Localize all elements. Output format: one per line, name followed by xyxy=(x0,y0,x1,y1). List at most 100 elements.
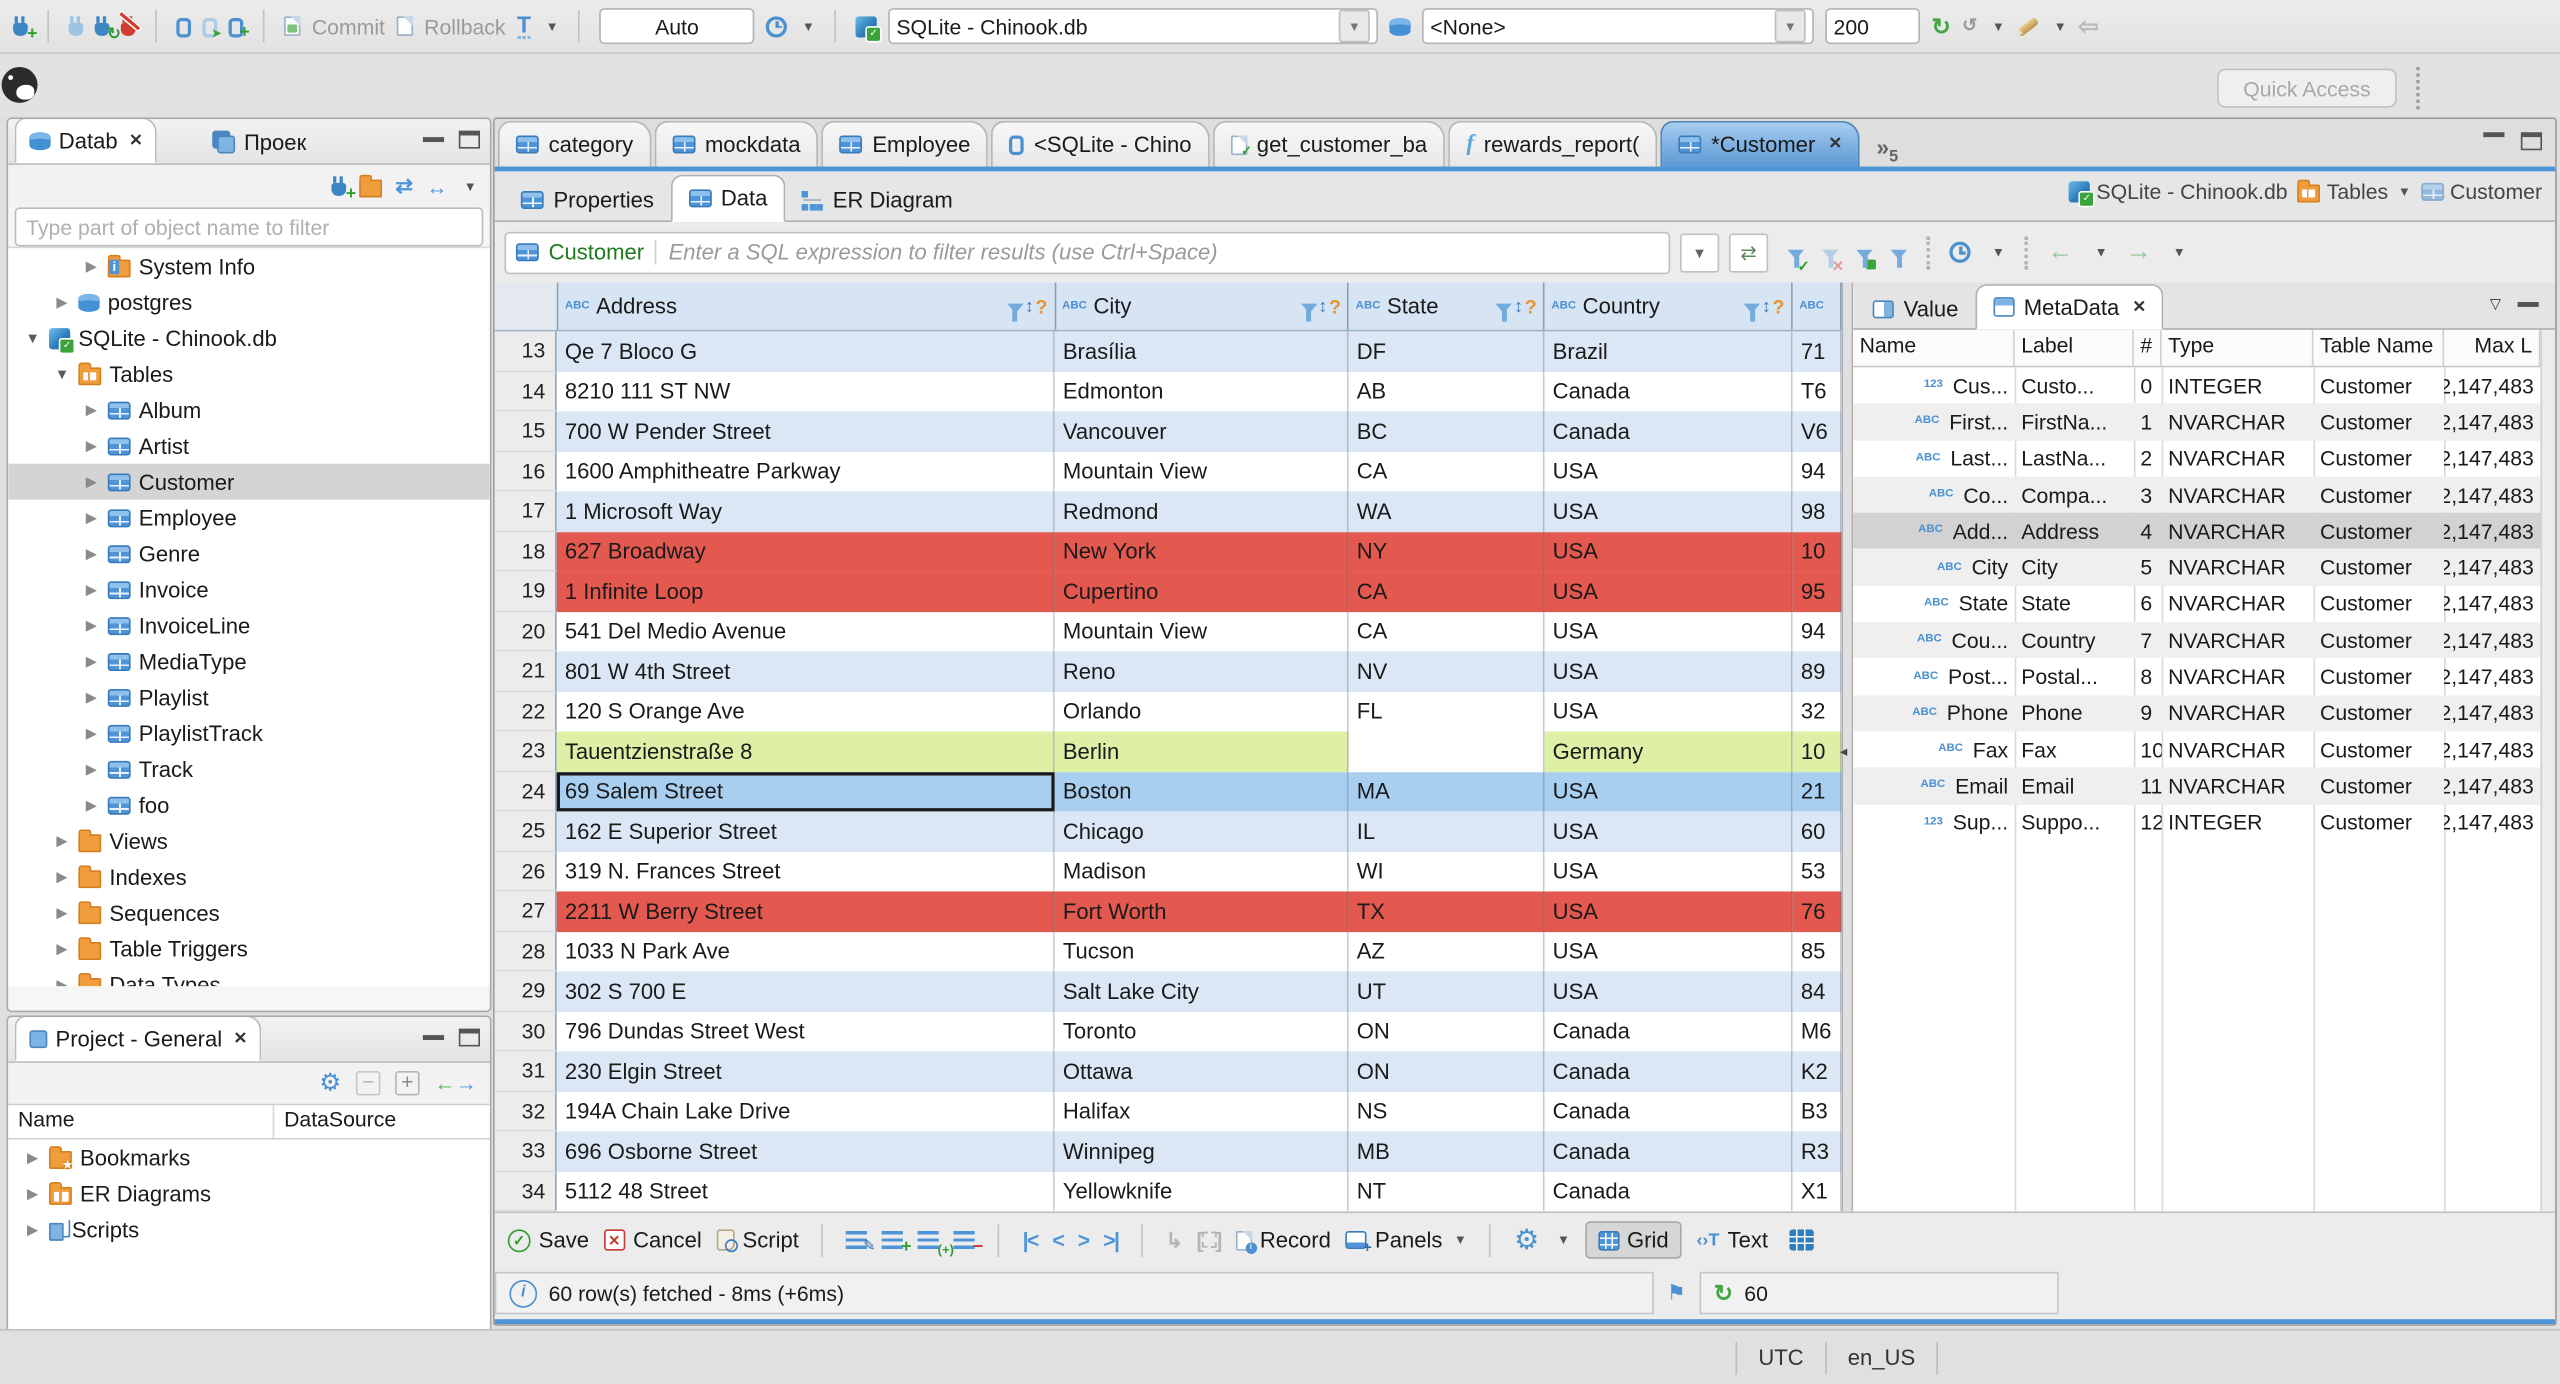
expand-icon[interactable]: ▶ xyxy=(24,1149,40,1167)
row-number[interactable]: 16 xyxy=(494,451,557,492)
cell-country[interactable]: USA xyxy=(1544,491,1793,532)
tab-projects[interactable]: Проек xyxy=(200,121,319,163)
view-menu-icon[interactable]: ▼ xyxy=(464,179,477,194)
new-connection-icon[interactable] xyxy=(13,16,38,44)
metadata-row-email[interactable]: ABC Email Email 11 NVARCHAR Customer 2,147,483 xyxy=(1853,767,2541,805)
cell-address[interactable]: 627 Broadway xyxy=(556,531,1055,572)
cell-postal[interactable]: M6 xyxy=(1792,1011,1842,1052)
cell-country[interactable]: USA xyxy=(1544,891,1793,932)
expand-icon[interactable]: ▶ xyxy=(83,724,99,742)
fetch-next-icon[interactable]: → xyxy=(2125,238,2151,264)
cell-address[interactable]: 796 Dundas Street West xyxy=(556,1011,1055,1052)
record-mode-button[interactable]: Record xyxy=(1235,1228,1331,1254)
cell-state[interactable]: MA xyxy=(1348,771,1545,812)
cell-city[interactable]: Berlin xyxy=(1054,731,1349,772)
link-selection-icon[interactable]: ←→ xyxy=(434,1071,476,1095)
cell-country[interactable]: USA xyxy=(1544,971,1793,1012)
expand-icon[interactable]: ▶ xyxy=(83,473,99,491)
link-editor-icon[interactable]: ↔ xyxy=(426,174,447,198)
cell-address[interactable]: 700 W Pender Street xyxy=(556,411,1055,452)
tree-item-data-types[interactable]: ▶ Data Types xyxy=(8,967,490,987)
cell-city[interactable]: Redmond xyxy=(1054,491,1349,532)
meta-column-header-item[interactable]: # xyxy=(2134,329,2162,366)
row-number[interactable]: 14 xyxy=(494,371,557,412)
row-number[interactable]: 24 xyxy=(494,771,557,812)
cell-address[interactable]: 801 W 4th Street xyxy=(556,651,1055,692)
expand-icon[interactable]: ▶ xyxy=(83,688,99,706)
tree-item-album[interactable]: ▶ Album xyxy=(8,392,490,428)
cell-postal[interactable]: 89 xyxy=(1792,651,1842,692)
metadata-scrollbar[interactable] xyxy=(2540,329,2556,1212)
minimize-icon[interactable] xyxy=(2483,132,2505,138)
tree-item-invoiceline[interactable]: ▶ InvoiceLine xyxy=(8,607,490,643)
settings-gear-icon[interactable]: ⚙ xyxy=(319,1071,341,1095)
metadata-row-custo[interactable]: 123 Cus... Custo... 0 INTEGER Customer 2,147,4… xyxy=(1853,367,2540,403)
connect-icon[interactable] xyxy=(68,16,84,36)
column-header-datasource[interactable]: DataSource xyxy=(272,1105,406,1138)
cancel-button[interactable]: ✕ Cancel xyxy=(603,1228,702,1252)
commit-button[interactable]: Commit xyxy=(312,14,385,38)
expand-all-icon[interactable]: + xyxy=(395,1071,420,1096)
metadata-row-postal[interactable]: ABC Post... Postal... 8 NVARCHAR Customer 2,14… xyxy=(1853,659,2540,695)
transaction-dropdown-icon[interactable]: ▼ xyxy=(546,19,559,34)
commit-mode-combo[interactable]: Auto xyxy=(599,8,755,45)
metadata-row-address[interactable]: ABC Add... Address 4 NVARCHAR Customer 2,147,4… xyxy=(1853,512,2541,550)
row-number[interactable]: 28 xyxy=(494,931,557,972)
format-icon[interactable] xyxy=(2016,15,2040,37)
tree-item-table-triggers[interactable]: ▶ Table Triggers xyxy=(8,931,490,967)
column-header-name[interactable]: Name xyxy=(8,1105,272,1138)
sort-icon[interactable]: ↕ xyxy=(1025,296,1034,316)
expand-icon[interactable]: ▶ xyxy=(83,760,99,778)
column-header-postal[interactable]: ABC xyxy=(1793,282,1842,330)
filter-help-icon[interactable]: ? xyxy=(1035,295,1047,318)
column-header-country[interactable]: ABC Country ↕? xyxy=(1545,282,1793,330)
cell-state[interactable] xyxy=(1348,731,1545,772)
refresh-dropdown-icon[interactable]: ▼ xyxy=(1992,19,2005,34)
sql-console-icon[interactable] xyxy=(202,17,222,40)
next-record-icon[interactable]: > xyxy=(1078,1228,1090,1252)
tab-project-general[interactable]: Project - General ✕ xyxy=(14,1017,262,1062)
close-icon[interactable]: ✕ xyxy=(129,131,143,149)
previous-record-icon[interactable]: < xyxy=(1052,1228,1064,1252)
cell-country[interactable]: USA xyxy=(1544,851,1793,892)
breadcrumb-dropdown-icon[interactable]: ▼ xyxy=(2398,184,2411,199)
cell-postal[interactable]: 60 xyxy=(1792,811,1842,852)
cell-address[interactable]: 302 S 700 E xyxy=(556,971,1055,1012)
project-item-bookmarks[interactable]: ▶ Bookmarks xyxy=(8,1140,490,1176)
row-number[interactable]: 32 xyxy=(494,1091,557,1132)
schema-combo-dropdown-icon[interactable]: ▼ xyxy=(1774,9,1806,43)
tab-value[interactable]: Value xyxy=(1856,287,1974,329)
row-number[interactable]: 34 xyxy=(494,1171,557,1212)
cell-city[interactable]: Salt Lake City xyxy=(1054,971,1349,1012)
cell-state[interactable]: ON xyxy=(1348,1011,1545,1052)
metadata-row-country[interactable]: ABC Cou... Country 7 NVARCHAR Customer 2,147,4… xyxy=(1853,622,2541,659)
tab-er-diagram[interactable]: ER Diagram xyxy=(785,178,969,222)
cell-country[interactable]: USA xyxy=(1544,771,1793,812)
breadcrumb-customer[interactable]: Customer xyxy=(2420,180,2542,204)
tree-item-sqlite-chinook-db[interactable]: ▼ SQLite - Chinook.db xyxy=(8,320,490,356)
cell-state[interactable]: NS xyxy=(1348,1091,1545,1132)
tree-item-customer[interactable]: ▶ Customer xyxy=(8,463,490,500)
new-folder-icon[interactable] xyxy=(359,173,383,197)
transaction-mode-icon[interactable]: T xyxy=(516,12,531,39)
sort-icon[interactable]: ↕ xyxy=(1514,296,1523,316)
text-mode-button[interactable]: ‹›T Text xyxy=(1696,1228,1768,1252)
cell-address[interactable]: 162 E Superior Street xyxy=(556,811,1055,852)
cell-address[interactable]: 2211 W Berry Street xyxy=(556,891,1055,932)
tab-database-navigator[interactable]: Datab ✕ xyxy=(14,119,158,164)
tree-item-artist[interactable]: ▶ Artist xyxy=(8,428,490,464)
cell-country[interactable]: USA xyxy=(1544,531,1793,572)
expand-icon[interactable]: ▶ xyxy=(24,1220,40,1238)
expand-icon[interactable]: ▶ xyxy=(54,293,70,311)
cell-state[interactable]: AB xyxy=(1348,371,1545,412)
expand-icon[interactable]: ▶ xyxy=(54,868,70,886)
tree-item-foo[interactable]: ▶ foo xyxy=(8,787,490,823)
schema-combo[interactable]: <None> ▼ xyxy=(1422,8,1814,45)
sync-selection-icon[interactable]: ⇄ xyxy=(395,173,413,199)
script-button[interactable]: Script xyxy=(716,1228,799,1252)
row-number[interactable]: 15 xyxy=(494,411,557,452)
column-header-city[interactable]: ABC City ↕? xyxy=(1056,282,1350,330)
metadata-row-state[interactable]: ABC State State 6 NVARCHAR Customer 2,147,483 xyxy=(1853,586,2540,622)
cell-country[interactable]: USA xyxy=(1544,571,1793,612)
minimize-icon[interactable] xyxy=(422,136,445,142)
